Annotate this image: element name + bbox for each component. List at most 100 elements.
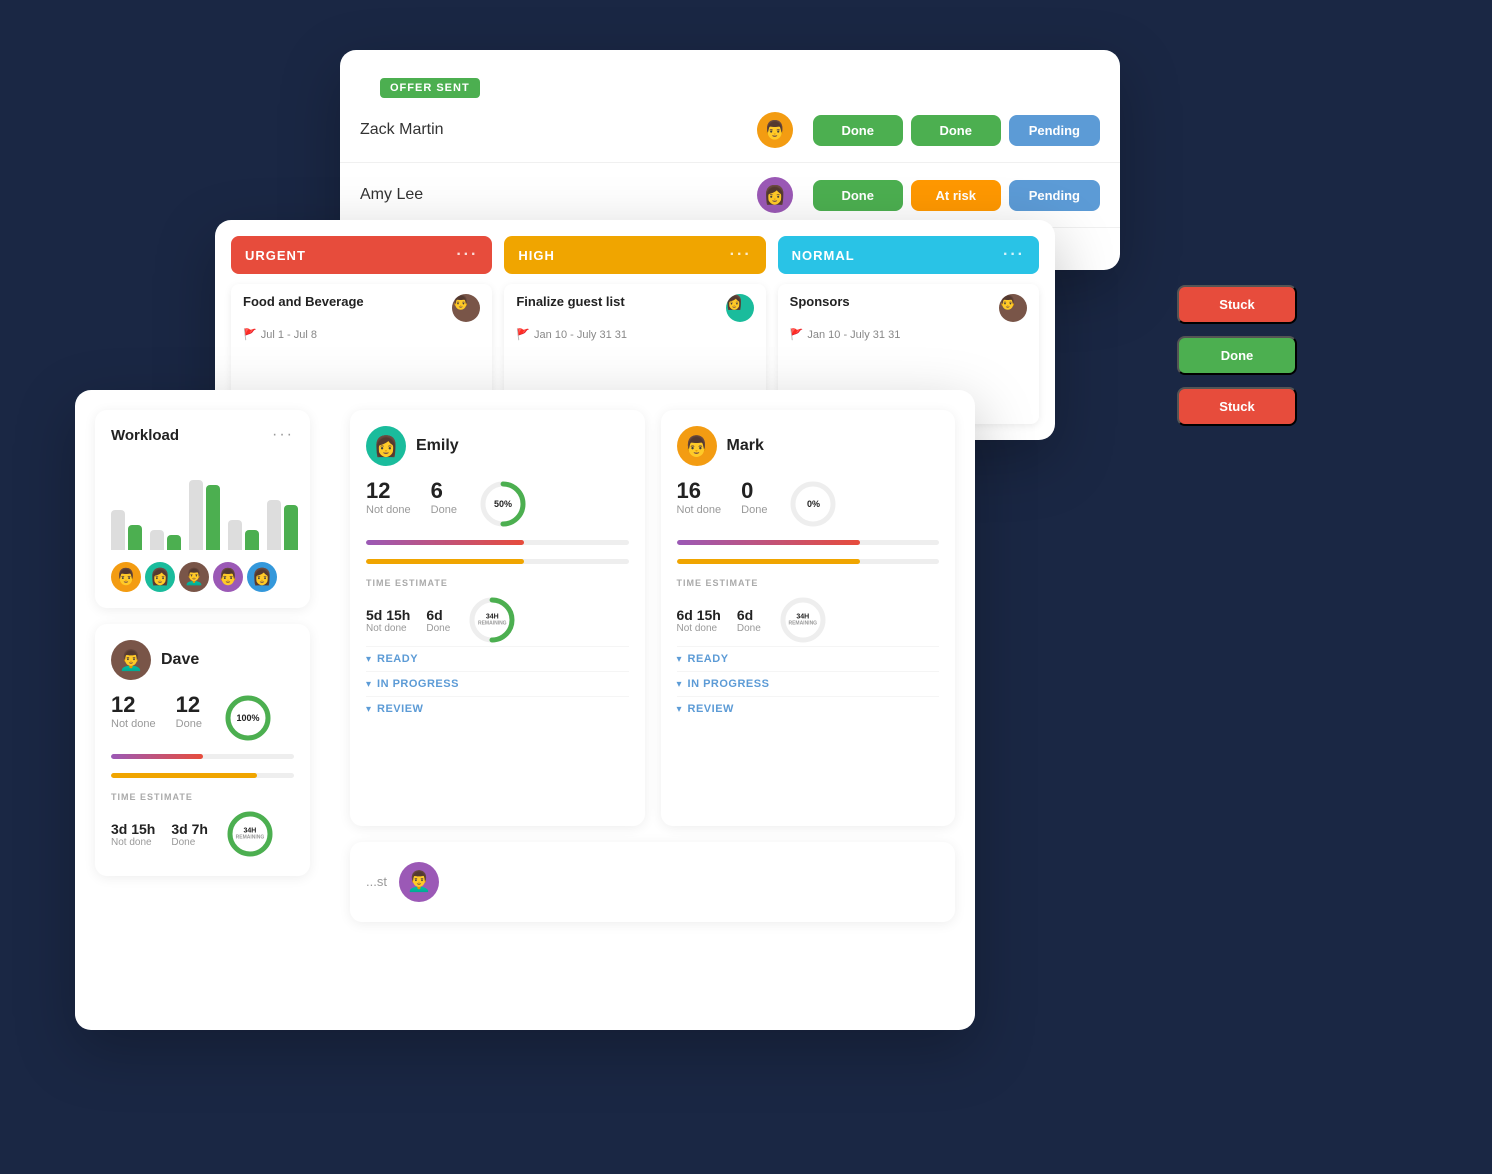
emily-time-donut-label: 34H REMAINING xyxy=(478,614,507,627)
mark-inprogress-row[interactable]: ▾ IN PROGRESS xyxy=(677,671,940,696)
bar-group-1 xyxy=(111,510,142,550)
mark-donut-label: 0% xyxy=(807,499,820,509)
candidate-name-zack: Zack Martin xyxy=(360,121,757,139)
card-avatar-urgent: 👨 xyxy=(452,294,480,322)
card-date-normal: 🚩 Jan 10 - July 31 31 xyxy=(790,328,1027,341)
emily-card: 👩 Emily 12 Not done 6 Done xyxy=(350,410,645,826)
dave-progress-purple-fill xyxy=(111,754,203,759)
status-atrisk-amy[interactable]: At risk xyxy=(911,180,1001,211)
partial-card: ...st 👨‍🦱 xyxy=(350,842,955,922)
mark-ready-row[interactable]: ▾ READY xyxy=(677,646,940,671)
card-avatar-normal: 👨 xyxy=(999,294,1027,322)
dave-header: 👨‍🦱 Dave xyxy=(111,640,294,680)
emily-time-done: 6d Done xyxy=(426,607,450,634)
mini-avatar-1: 👨 xyxy=(111,562,141,592)
emily-stat-not-done: 12 Not done xyxy=(366,478,411,530)
workload-title: Workload xyxy=(111,427,179,444)
mini-avatar-2: 👩 xyxy=(145,562,175,592)
emily-time-stats: 5d 15h Not done 6d Done 34H xyxy=(366,594,629,646)
emily-inprogress-chevron: ▾ xyxy=(366,679,371,690)
status-done-1[interactable]: Done xyxy=(813,115,903,146)
dave-time-stats: 3d 15h Not done 3d 7h Done 34H xyxy=(111,808,294,860)
flag-urgent: 🚩 xyxy=(243,328,257,341)
col-dots-high: ··· xyxy=(730,246,752,264)
emily-donut: 50% xyxy=(477,478,529,530)
emily-review-row[interactable]: ▾ REVIEW xyxy=(366,696,629,721)
mark-progress-yellow xyxy=(677,559,940,564)
emily-stats-row: 12 Not done 6 Done 50% xyxy=(366,478,629,530)
bar-gray-1 xyxy=(111,510,125,550)
flag-high: 🚩 xyxy=(516,328,530,341)
col-label-high: HIGH xyxy=(518,248,555,263)
mark-stat-not-done: 16 Not done xyxy=(677,478,722,530)
emily-avatar: 👩 xyxy=(366,426,406,466)
side-status-done[interactable]: Done xyxy=(1177,336,1297,375)
mark-inprogress-label: IN PROGRESS xyxy=(688,678,770,690)
mark-time-done: 6d Done xyxy=(737,607,761,634)
dave-time-donut-label: 34H REMAINING xyxy=(236,828,265,841)
mark-progress-purple-fill xyxy=(677,540,861,545)
emily-ready-chevron: ▾ xyxy=(366,654,371,665)
mark-donut: 0% xyxy=(787,478,839,530)
mark-progress-yellow-fill xyxy=(677,559,861,564)
mini-avatar-3: 👨‍🦱 xyxy=(179,562,209,592)
bar-green-3 xyxy=(206,485,220,550)
mark-time-donut: 34H REMAINING xyxy=(777,594,829,646)
mark-review-label: REVIEW xyxy=(688,703,734,715)
emily-progress-purple-fill xyxy=(366,540,524,545)
workload-card: Workload ··· xyxy=(95,410,310,608)
dave-progress-purple xyxy=(111,754,294,759)
dave-progress-yellow xyxy=(111,773,294,778)
dave-stat-not-done: 12 Not done xyxy=(111,692,156,744)
card-title-urgent: Food and Beverage xyxy=(243,294,364,311)
workload-people-panel: Workload ··· xyxy=(75,390,975,1030)
mark-time-donut-label: 34H REMAINING xyxy=(788,614,817,627)
emily-time-label: TIME ESTIMATE xyxy=(366,578,629,588)
avatar-amy: 👩 xyxy=(757,177,793,213)
bar-group-5 xyxy=(267,500,298,550)
card-avatar-high: 👩 xyxy=(726,294,754,322)
bar-gray-4 xyxy=(228,520,242,550)
mark-name: Mark xyxy=(727,437,764,455)
workload-menu-icon[interactable]: ··· xyxy=(272,426,294,444)
side-status-stuck-1[interactable]: Stuck xyxy=(1177,285,1297,324)
flag-normal: 🚩 xyxy=(790,328,804,341)
card-title-high: Finalize guest list xyxy=(516,294,624,311)
mini-avatar-4: 👨 xyxy=(213,562,243,592)
col-label-normal: NORMAL xyxy=(792,248,855,263)
dave-time-not-done: 3d 15h Not done xyxy=(111,821,155,848)
col-header-urgent: URGENT ··· xyxy=(231,236,492,274)
emily-name: Emily xyxy=(416,437,459,455)
mark-header: 👨 Mark xyxy=(677,426,940,466)
status-buttons-amy: Done At risk Pending xyxy=(813,180,1100,211)
emily-ready-row[interactable]: ▾ READY xyxy=(366,646,629,671)
card-title-normal: Sponsors xyxy=(790,294,850,311)
status-done-2[interactable]: Done xyxy=(911,115,1001,146)
col-header-normal: NORMAL ··· xyxy=(778,236,1039,274)
status-done-amy[interactable]: Done xyxy=(813,180,903,211)
emily-inprogress-row[interactable]: ▾ IN PROGRESS xyxy=(366,671,629,696)
status-pending-amy[interactable]: Pending xyxy=(1009,180,1100,211)
emily-time-donut: 34H REMAINING xyxy=(466,594,518,646)
dave-time-donut: 34H REMAINING xyxy=(224,808,276,860)
candidate-row-amy: Amy Lee 👩 Done At risk Pending xyxy=(340,163,1120,228)
side-status-panel: Stuck Done Stuck xyxy=(1177,285,1297,426)
mark-review-chevron: ▾ xyxy=(677,704,682,715)
side-status-stuck-2[interactable]: Stuck xyxy=(1177,387,1297,426)
partial-avatar: 👨‍🦱 xyxy=(399,862,439,902)
mark-review-row[interactable]: ▾ REVIEW xyxy=(677,696,940,721)
bar-gray-3 xyxy=(189,480,203,550)
dave-card: 👨‍🦱 Dave 12 Not done 12 Done xyxy=(95,624,310,876)
workload-avatar-row: 👨 👩 👨‍🦱 👨 👩 xyxy=(111,562,294,592)
status-pending-1[interactable]: Pending xyxy=(1009,115,1100,146)
col-label-urgent: URGENT xyxy=(245,248,306,263)
card-date-urgent: 🚩 Jul 1 - Jul 8 xyxy=(243,328,480,341)
candidate-name-amy: Amy Lee xyxy=(360,186,757,204)
candidate-row-zack: Zack Martin 👨 Done Done Pending xyxy=(340,98,1120,163)
mark-ready-chevron: ▾ xyxy=(677,654,682,665)
bar-chart xyxy=(111,460,294,550)
dave-time-done: 3d 7h Done xyxy=(171,821,208,848)
bar-green-4 xyxy=(245,530,259,550)
emily-progress-purple xyxy=(366,540,629,545)
mark-time-not-done: 6d 15h Not done xyxy=(677,607,721,634)
